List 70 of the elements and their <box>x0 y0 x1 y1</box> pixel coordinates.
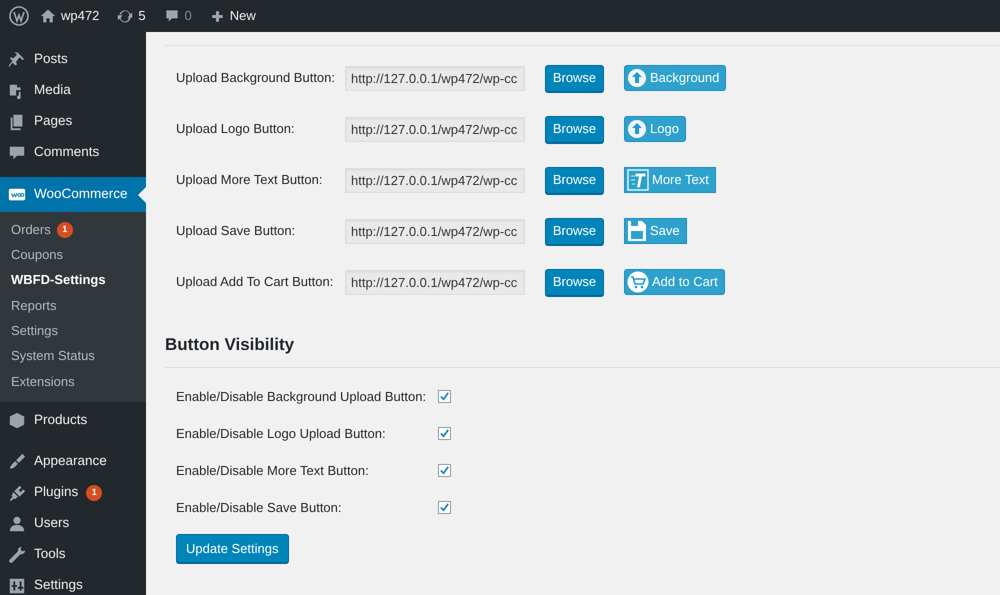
text-icon <box>627 169 649 191</box>
sidebar-item[interactable]: Comments <box>0 137 146 168</box>
checkbox-label: Enable/Disable Save Button: <box>176 498 342 517</box>
submenu-item[interactable]: Settings <box>0 318 146 344</box>
new-link[interactable]: New <box>200 0 265 32</box>
field-label: Upload Add To Cart Button: <box>176 273 334 292</box>
url-field[interactable]: http://127.0.0.1/wp472/wp-cc <box>345 270 525 294</box>
site-link[interactable]: wp472 <box>38 0 108 32</box>
checkbox[interactable] <box>438 464 451 477</box>
button-preview: More Text <box>624 167 716 193</box>
checkbox[interactable] <box>438 500 451 514</box>
count-badge: 1 <box>56 222 73 238</box>
submenu-item[interactable]: System Status <box>0 343 146 369</box>
paintbrush-icon <box>8 452 26 471</box>
count-badge: 1 <box>86 484 102 501</box>
field-label: Upload Save Button: <box>176 222 296 240</box>
update-settings-button[interactable]: Update Settings <box>176 534 289 564</box>
pin-icon <box>8 50 26 68</box>
updates-link[interactable]: 5 <box>108 0 155 32</box>
comments-link[interactable]: 0 <box>154 0 201 32</box>
browse-button[interactable]: Browse <box>545 166 604 194</box>
section-heading: Button Visibility <box>165 334 296 356</box>
sidebar-item[interactable]: Users <box>0 508 146 540</box>
button-preview: Background <box>624 65 726 91</box>
field-label: Upload Background Button: <box>176 69 336 88</box>
woocommerce-logo-icon <box>8 186 26 204</box>
submenu-item[interactable]: Extensions <box>0 368 146 394</box>
home-icon <box>40 8 56 24</box>
checkbox[interactable] <box>438 426 451 440</box>
submenu-item[interactable]: Orders 1 <box>0 217 146 242</box>
browse-button[interactable]: Browse <box>545 218 604 244</box>
button-preview: Logo <box>624 116 686 142</box>
browse-button[interactable]: Browse <box>545 116 604 142</box>
sidebar-item[interactable]: Media <box>0 75 146 106</box>
browse-button[interactable]: Browse <box>545 64 604 92</box>
sidebar-item[interactable]: WooCommerce <box>0 177 146 212</box>
user-icon <box>8 514 26 533</box>
submenu-item[interactable]: Coupons <box>0 242 146 268</box>
checkbox-label: Enable/Disable Logo Upload Button: <box>176 424 387 443</box>
url-field[interactable]: http://127.0.0.1/wp472/wp-cc <box>345 218 525 244</box>
plug-icon <box>8 484 26 502</box>
field-label: Upload More Text Button: <box>176 171 324 190</box>
sidebar-item[interactable]: Pages <box>0 106 146 137</box>
comment-icon <box>8 144 26 162</box>
checkbox-label: Enable/Disable Background Upload Button: <box>176 388 428 406</box>
url-field[interactable]: http://127.0.0.1/wp472/wp-cc <box>345 168 525 192</box>
button-preview: Save <box>624 218 687 244</box>
wordpress-logo-icon <box>9 6 29 26</box>
checkbox[interactable] <box>438 390 451 403</box>
comment-icon <box>164 8 180 24</box>
box-icon <box>8 412 26 430</box>
wrench-icon <box>8 546 26 564</box>
field-label: Upload Logo Button: <box>176 120 296 138</box>
url-field[interactable]: http://127.0.0.1/wp472/wp-cc <box>345 66 525 90</box>
sidebar-item[interactable]: Plugins 1 <box>0 477 146 508</box>
sidebar-item[interactable]: Posts <box>0 44 146 75</box>
submenu-item[interactable]: WBFD-Settings <box>0 268 146 293</box>
sidebar-item[interactable]: Appearance <box>0 446 146 478</box>
refresh-icon <box>117 8 134 24</box>
browse-button[interactable]: Browse <box>545 268 604 296</box>
button-preview: Add to Cart <box>624 269 725 295</box>
sliders-icon <box>8 576 26 595</box>
sidebar-item[interactable]: Tools <box>0 539 146 570</box>
checkbox-label: Enable/Disable More Text Button: <box>176 462 370 480</box>
sidebar-item[interactable]: Products <box>0 405 146 436</box>
url-field[interactable]: http://127.0.0.1/wp472/wp-cc <box>345 116 525 142</box>
plus-icon <box>210 8 225 24</box>
cart-icon <box>627 271 649 293</box>
submenu-item[interactable]: Reports <box>0 292 146 318</box>
sidebar-item[interactable]: Settings <box>0 570 146 595</box>
